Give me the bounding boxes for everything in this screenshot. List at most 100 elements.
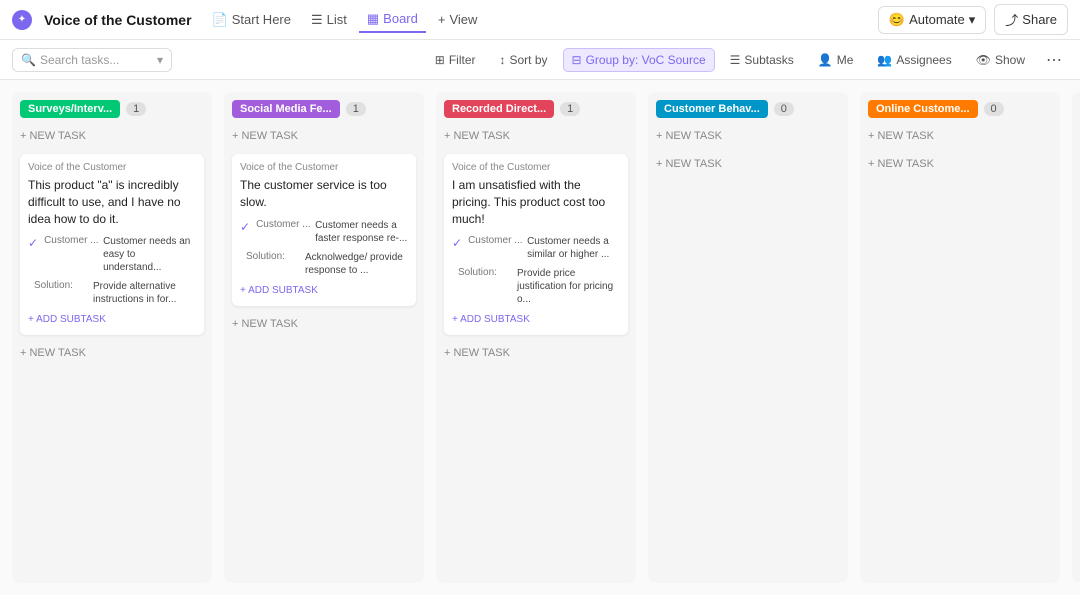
- subtask-0: ✓ Customer ... Customer needs a similar or…: [452, 235, 620, 261]
- sort-icon: ↕: [500, 53, 506, 67]
- topbar-right: 😊 Automate ▾ ⤴ Share: [878, 4, 1068, 35]
- add-subtask-btn[interactable]: + ADD SUBTASK: [452, 312, 620, 327]
- column-tag-surveys: Surveys/Interv...: [20, 100, 120, 118]
- subtask-label: Customer ...: [256, 219, 311, 230]
- column-header-recorded-direct: Recorded Direct... 1: [444, 100, 628, 118]
- column-header-online-customer: Online Custome... 0: [868, 100, 1052, 118]
- chevron-down-icon: ▾: [969, 12, 976, 28]
- topbar-left: ✦ Voice of the Customer 📄 Start Here ☰ L…: [12, 7, 485, 33]
- column-header-social-media: Social Media Fe... 1: [232, 100, 416, 118]
- nav-view[interactable]: + View: [430, 8, 486, 31]
- subtask-label: Solution:: [246, 251, 301, 262]
- subtask-check[interactable]: ✓: [240, 220, 250, 234]
- start-here-icon: 📄: [212, 12, 228, 28]
- subtask-1: Solution: Provide alternative instruction…: [28, 280, 196, 306]
- search-box[interactable]: 🔍 Search tasks... ▾: [12, 48, 172, 72]
- card-social-media-0: Voice of the Customer The customer servic…: [232, 154, 416, 306]
- add-task-bottom-online-customer[interactable]: + NEW TASK: [868, 154, 1052, 174]
- add-subtask-btn[interactable]: + ADD SUBTASK: [240, 283, 408, 298]
- column-recorded-direct: Recorded Direct... 1 + NEW TASK Voice of th…: [436, 92, 636, 583]
- subtask-text: Customer needs an easy to understand...: [103, 235, 196, 274]
- column-online-customer: Online Custome... 0 + NEW TASK + NEW TASK: [860, 92, 1060, 583]
- column-tag-customer-behav: Customer Behav...: [656, 100, 768, 118]
- assignees-button[interactable]: 👥 Assignees: [868, 48, 960, 72]
- card-surveys-0: Voice of the Customer This product "a" is…: [20, 154, 204, 335]
- plus-icon: +: [438, 12, 446, 27]
- column-tag-online-customer: Online Custome...: [868, 100, 978, 118]
- subtask-check[interactable]: ✓: [452, 236, 462, 250]
- subtask-text: Customer needs a similar or higher ...: [527, 235, 620, 261]
- card-project: Voice of the Customer: [452, 162, 620, 173]
- subtask-1: Solution: Provide price justification for…: [452, 267, 620, 306]
- nav-links: 📄 Start Here ☰ List ▦ Board + View: [204, 7, 486, 33]
- subtask-0: ✓ Customer ... Customer needs an easy to u…: [28, 235, 196, 274]
- group-by-button[interactable]: ⊟ Group by: VoC Source: [563, 48, 715, 72]
- share-button[interactable]: ⤴ Share: [994, 4, 1068, 35]
- column-count-social-media: 1: [346, 102, 366, 116]
- board-icon: ▦: [367, 11, 379, 27]
- list-icon: ☰: [311, 12, 323, 28]
- more-options-button[interactable]: ⋯: [1040, 46, 1068, 74]
- column-count-customer-behav: 0: [774, 102, 794, 116]
- column-surveys: Surveys/Interv... 1 + NEW TASK Voice of the…: [12, 92, 212, 583]
- add-task-top-customer-behav[interactable]: + NEW TASK: [656, 126, 840, 146]
- add-task-bottom-customer-behav[interactable]: + NEW TASK: [656, 154, 840, 174]
- add-task-top-recorded-direct[interactable]: + NEW TASK: [444, 126, 628, 146]
- add-task-top-online-customer[interactable]: + NEW TASK: [868, 126, 1052, 146]
- subtask-label: Customer ...: [468, 235, 523, 246]
- search-icon: 🔍: [21, 53, 36, 67]
- toolbar-left: 🔍 Search tasks... ▾: [12, 48, 172, 72]
- page-title: Voice of the Customer: [44, 12, 192, 28]
- card-title: I am unsatisfied with the pricing. This …: [452, 177, 620, 227]
- automate-button[interactable]: 😊 Automate ▾: [878, 6, 986, 34]
- toolbar-right: ⊞ Filter ↕ Sort by ⊟ Group by: VoC Sourc…: [426, 46, 1068, 74]
- toolbar: 🔍 Search tasks... ▾ ⊞ Filter ↕ Sort by ⊟…: [0, 40, 1080, 80]
- subtask-0: ✓ Customer ... Customer needs a faster res…: [240, 219, 408, 245]
- subtask-label: Solution:: [458, 267, 513, 278]
- chevron-down-icon: ▾: [157, 53, 163, 67]
- subtasks-icon: ☰: [730, 53, 741, 67]
- column-tag-recorded-direct: Recorded Direct...: [444, 100, 554, 118]
- subtask-label: Solution:: [34, 280, 89, 291]
- subtasks-button[interactable]: ☰ Subtasks: [721, 48, 803, 72]
- nav-start-here[interactable]: 📄 Start Here: [204, 8, 299, 32]
- card-project: Voice of the Customer: [28, 162, 196, 173]
- show-icon: 👁: [976, 53, 991, 67]
- sort-by-button[interactable]: ↕ Sort by: [491, 48, 557, 72]
- add-task-bottom-surveys[interactable]: + NEW TASK: [20, 343, 204, 363]
- column-count-recorded-direct: 1: [560, 102, 580, 116]
- column-count-online-customer: 0: [984, 102, 1004, 116]
- group-icon: ⊟: [572, 53, 582, 67]
- nav-list[interactable]: ☰ List: [303, 8, 355, 32]
- card-title: This product "a" is incredibly difficult…: [28, 177, 196, 227]
- add-task-bottom-recorded-direct[interactable]: + NEW TASK: [444, 343, 628, 363]
- subtask-text: Acknolwedge/ provide response to ...: [305, 251, 408, 277]
- card-project: Voice of the Customer: [240, 162, 408, 173]
- subtask-check[interactable]: ✓: [28, 236, 38, 250]
- subtask-text: Provide alternative instructions in for.…: [93, 280, 196, 306]
- column-customer-behav: Customer Behav... 0 + NEW TASK + NEW TASK: [648, 92, 848, 583]
- column-header-customer-behav: Customer Behav... 0: [656, 100, 840, 118]
- filter-button[interactable]: ⊞ Filter: [426, 48, 485, 72]
- subtask-text: Customer needs a faster response re-...: [315, 219, 408, 245]
- column-tag-social-media: Social Media Fe...: [232, 100, 340, 118]
- column-social-media: Social Media Fe... 1 + NEW TASK Voice of th…: [224, 92, 424, 583]
- column-count-surveys: 1: [126, 102, 146, 116]
- subtask-label: Customer ...: [44, 235, 99, 246]
- assignees-icon: 👥: [877, 53, 892, 67]
- add-subtask-btn[interactable]: + ADD SUBTASK: [28, 312, 196, 327]
- me-button[interactable]: 👤 Me: [809, 48, 863, 72]
- card-recorded-direct-0: Voice of the Customer I am unsatisfied wi…: [444, 154, 628, 335]
- subtask-text: Provide price justification for pricing …: [517, 267, 620, 306]
- app-icon: ✦: [12, 10, 32, 30]
- add-task-top-surveys[interactable]: + NEW TASK: [20, 126, 204, 146]
- nav-board[interactable]: ▦ Board: [359, 7, 426, 33]
- show-button[interactable]: 👁 Show: [967, 48, 1034, 72]
- share-icon: ⤴: [1005, 10, 1018, 29]
- column-header-surveys: Surveys/Interv... 1: [20, 100, 204, 118]
- add-task-top-social-media[interactable]: + NEW TASK: [232, 126, 416, 146]
- automate-icon: 😊: [889, 12, 905, 28]
- subtask-1: Solution: Acknolwedge/ provide response t…: [240, 251, 408, 277]
- add-task-bottom-social-media[interactable]: + NEW TASK: [232, 314, 416, 334]
- card-title: The customer service is too slow.: [240, 177, 408, 211]
